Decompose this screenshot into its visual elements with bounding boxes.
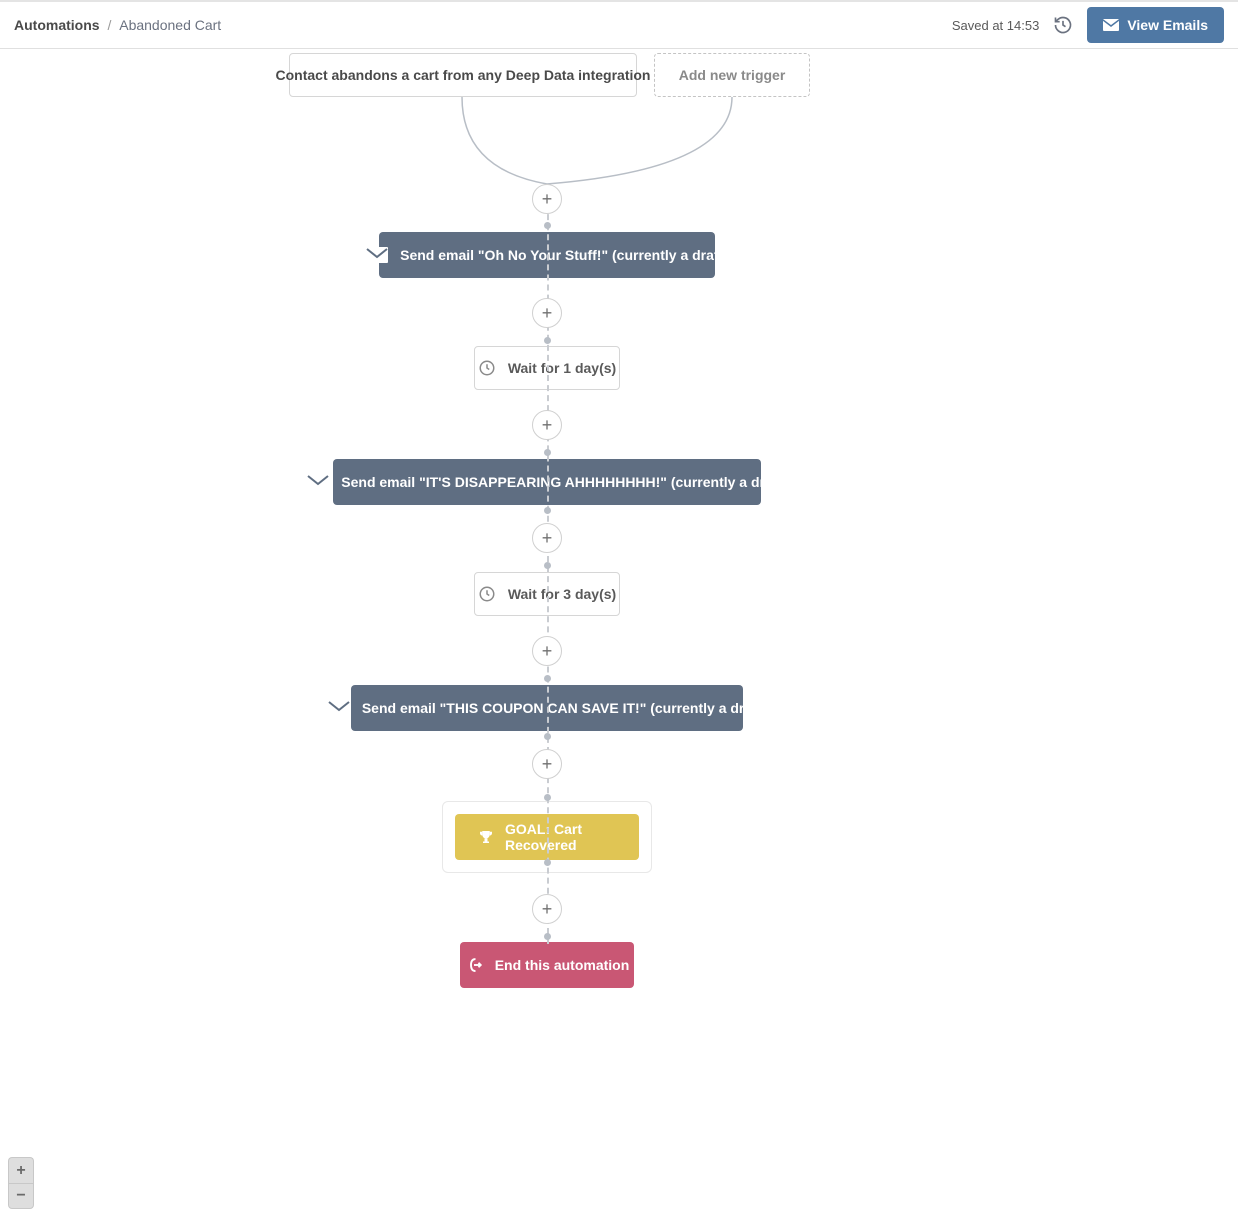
- breadcrumb-current: Abandoned Cart: [119, 17, 221, 33]
- wait-node-2-label: Wait for 3 day(s): [508, 586, 616, 602]
- zoom-out-button[interactable]: −: [8, 1183, 34, 1209]
- add-step-button[interactable]: +: [532, 184, 562, 214]
- automation-canvas[interactable]: Contact abandons a cart from any Deep Da…: [0, 49, 1238, 1217]
- email-icon: [366, 247, 388, 263]
- email-icon: [307, 474, 329, 490]
- connector-dot: [544, 733, 551, 740]
- history-icon[interactable]: [1053, 15, 1073, 35]
- email-icon: [328, 700, 350, 716]
- email-node-1-label: Send email "Oh No Your Stuff!" (currentl…: [400, 247, 728, 263]
- zoom-in-button[interactable]: +: [8, 1157, 34, 1183]
- add-step-button[interactable]: +: [532, 410, 562, 440]
- email-node-3-label: Send email "THIS COUPON CAN SAVE IT!" (c…: [362, 700, 766, 716]
- add-trigger-label: Add new trigger: [679, 67, 786, 83]
- trigger-label: Contact abandons a cart from any Deep Da…: [276, 67, 651, 83]
- view-emails-label: View Emails: [1127, 17, 1208, 33]
- connector-dot: [544, 507, 551, 514]
- clock-icon: [478, 585, 496, 603]
- connector-dot: [544, 794, 551, 801]
- connector-dot: [544, 222, 551, 229]
- save-status: Saved at 14:53: [952, 18, 1039, 33]
- trigger-node[interactable]: Contact abandons a cart from any Deep Da…: [289, 53, 637, 97]
- email-icon: [1103, 19, 1119, 31]
- page-header: Automations / Abandoned Cart Saved at 14…: [0, 2, 1238, 49]
- wait-node-1-label: Wait for 1 day(s): [508, 360, 616, 376]
- exit-icon: [465, 956, 483, 974]
- goal-label: GOAL: Cart Recovered: [505, 821, 617, 853]
- end-node[interactable]: End this automation: [460, 942, 634, 988]
- zoom-out-label: −: [16, 1187, 25, 1205]
- connector-dot: [544, 337, 551, 344]
- connector-dot: [544, 933, 551, 940]
- trophy-icon: [477, 828, 495, 846]
- connector-dot: [544, 859, 551, 866]
- zoom-in-label: +: [16, 1162, 25, 1180]
- email-node-2-label: Send email "IT'S DISAPPEARING AHHHHHHHH!…: [341, 474, 786, 490]
- add-step-button[interactable]: +: [532, 298, 562, 328]
- clock-icon: [478, 359, 496, 377]
- breadcrumb-root[interactable]: Automations: [14, 17, 100, 33]
- add-step-button[interactable]: +: [532, 636, 562, 666]
- connector-dot: [544, 562, 551, 569]
- zoom-controls: + −: [8, 1157, 34, 1209]
- end-label: End this automation: [495, 957, 630, 973]
- connector-dot: [544, 449, 551, 456]
- add-step-button[interactable]: +: [532, 749, 562, 779]
- breadcrumb: Automations / Abandoned Cart: [14, 17, 221, 33]
- add-step-button[interactable]: +: [532, 894, 562, 924]
- connector-dot: [544, 675, 551, 682]
- breadcrumb-separator: /: [107, 17, 111, 33]
- view-emails-button[interactable]: View Emails: [1087, 7, 1224, 43]
- add-trigger-node[interactable]: Add new trigger: [654, 53, 810, 97]
- add-step-button[interactable]: +: [532, 523, 562, 553]
